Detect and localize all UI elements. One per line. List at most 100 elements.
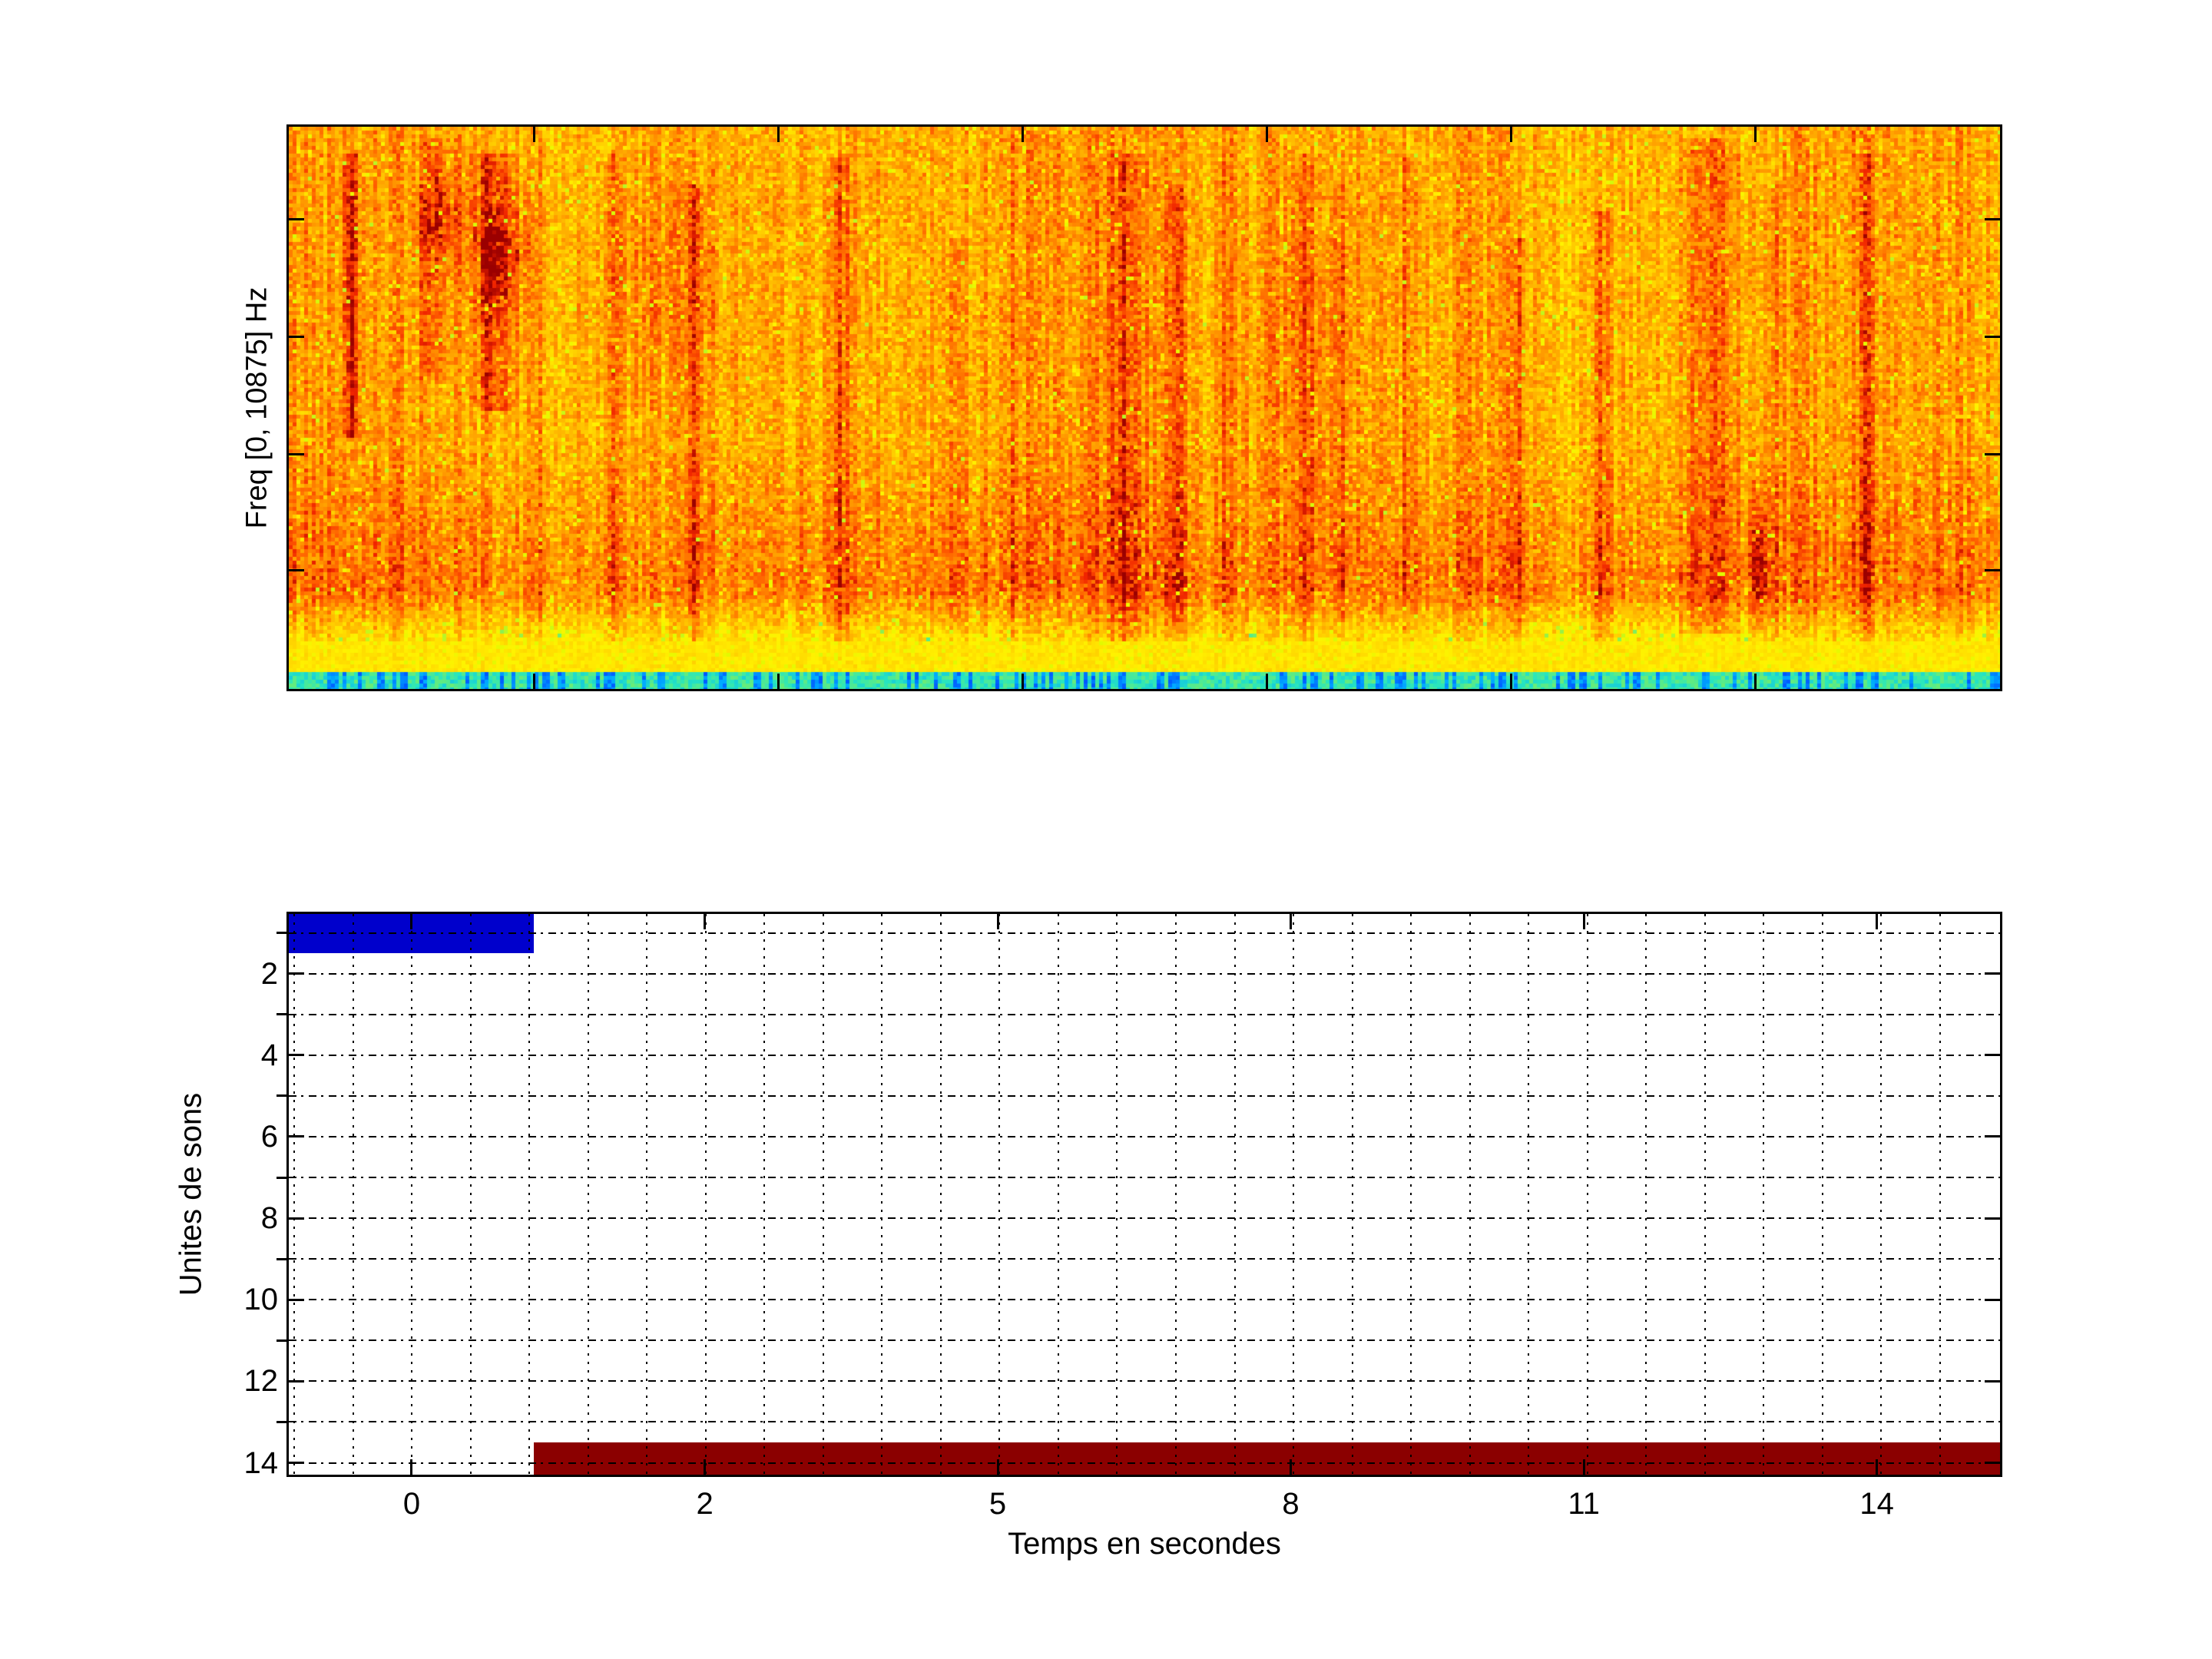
y-tick [1985, 1054, 2000, 1057]
grid-line-horizontal [289, 1135, 2000, 1137]
spectrogram-x-tick [777, 674, 780, 689]
y-tick [1985, 972, 2000, 975]
grid-line-vertical [1469, 914, 1471, 1475]
spectrogram-x-tick [1754, 674, 1757, 689]
matlab-figure: Freq [0, 10875] Hz Unites de sons Temps … [0, 0, 2212, 1659]
x-tick [1582, 914, 1585, 929]
grid-line-vertical [822, 914, 824, 1475]
grid-line-vertical [528, 914, 531, 1475]
spectrogram-y-axis-label: Freq [0, 10875] Hz [240, 286, 273, 529]
x-tick [704, 914, 707, 929]
units-plot: Unites de sons Temps en secondes 0 2 5 8 11 1… [174, 912, 2002, 1561]
grid-line-horizontal [289, 1299, 2000, 1301]
grid-line-horizontal [289, 1462, 2000, 1464]
y-minor-tick [276, 1257, 286, 1260]
grid-line-vertical [1528, 914, 1530, 1475]
y-minor-tick [276, 1013, 286, 1016]
y-minor-tick [276, 932, 286, 935]
spectrogram-y-tick [289, 336, 304, 339]
x-tick-label: 0 [402, 1487, 421, 1521]
y-tick [289, 1462, 304, 1464]
x-tick [1876, 914, 1879, 929]
y-tick [289, 1379, 304, 1382]
y-tick [289, 972, 304, 975]
spectrogram-x-tick [1021, 127, 1024, 142]
grid-line-horizontal [289, 1177, 2000, 1179]
x-tick-label: 11 [1568, 1487, 1600, 1521]
spectrogram-y-tick [1985, 218, 2000, 221]
spectrogram-y-tick [289, 568, 304, 571]
grid-line-vertical [1175, 914, 1177, 1475]
y-minor-tick [276, 1420, 286, 1423]
grid-line-vertical [881, 914, 883, 1475]
spectrogram-x-tick [532, 127, 535, 142]
spectrogram-x-tick [1021, 674, 1024, 689]
y-minor-tick [276, 1339, 286, 1342]
y-tick [1985, 1298, 2000, 1301]
spectrogram-x-tick [1510, 127, 1513, 142]
grid-line-vertical [1351, 914, 1353, 1475]
grid-line-vertical [1586, 914, 1588, 1475]
grid-line-vertical [763, 914, 766, 1475]
x-tick [1876, 1459, 1879, 1475]
y-tick-label: 4 [260, 1038, 278, 1072]
grid-line-vertical [1704, 914, 1706, 1475]
spectrogram-x-tick [1510, 674, 1513, 689]
x-tick [1582, 1459, 1585, 1475]
y-tick [289, 1135, 304, 1138]
grid-line-horizontal [289, 1339, 2000, 1342]
x-tick [1289, 1459, 1292, 1475]
spectrogram-x-tick [532, 674, 535, 689]
x-tick [996, 914, 999, 929]
grid-line-vertical [1880, 914, 1883, 1475]
grid-line-vertical [293, 914, 296, 1475]
y-minor-tick [276, 1176, 286, 1179]
y-tick [1985, 1379, 2000, 1382]
grid-line-horizontal [289, 1421, 2000, 1423]
spectrogram-y-tick [289, 218, 304, 221]
grid-line-horizontal [289, 1013, 2000, 1015]
grid-line-vertical [1821, 914, 1823, 1475]
y-tick [289, 1054, 304, 1057]
x-tick-label: 5 [988, 1487, 1007, 1521]
spectrogram-x-tick [1754, 127, 1757, 142]
grid-line-vertical [1763, 914, 1765, 1475]
grid-line-horizontal [289, 1258, 2000, 1260]
grid-line-vertical [352, 914, 354, 1475]
spectrogram-image [289, 127, 2000, 689]
x-tick [1289, 914, 1292, 929]
x-tick-label: 8 [1282, 1487, 1300, 1521]
grid-line-horizontal [289, 932, 2000, 934]
spectrogram-y-tick [289, 453, 304, 456]
grid-line-horizontal [289, 1380, 2000, 1382]
y-tick-label: 12 [243, 1364, 279, 1399]
spectrogram-plot: Freq [0, 10875] Hz [241, 124, 2002, 691]
grid-line-vertical [469, 914, 472, 1475]
grid-line-vertical [1293, 914, 1295, 1475]
y-tick-label: 14 [243, 1445, 279, 1480]
grid-line-horizontal [289, 1054, 2000, 1056]
grid-line-vertical [1410, 914, 1412, 1475]
grid-line-vertical [1939, 914, 1941, 1475]
x-tick [704, 1459, 707, 1475]
grid-line-vertical [1645, 914, 1647, 1475]
y-tick [1985, 1462, 2000, 1464]
spectrogram-x-tick [1266, 674, 1269, 689]
grid-line-horizontal [289, 972, 2000, 975]
spectrogram-x-tick [777, 127, 780, 142]
grid-line-vertical [1233, 914, 1236, 1475]
grid-line-vertical [1116, 914, 1118, 1475]
spectrogram-y-tick [1985, 453, 2000, 456]
y-tick-label: 10 [243, 1283, 279, 1317]
y-tick [1985, 1217, 2000, 1220]
grid-line-vertical [998, 914, 1001, 1475]
x-tick-label: 14 [1859, 1487, 1894, 1521]
y-tick [289, 1217, 304, 1220]
grid-line-vertical [587, 914, 589, 1475]
units-y-axis-label: Unites de sons [174, 1092, 208, 1296]
grid-line-horizontal [289, 1094, 2000, 1097]
y-tick [1985, 1135, 2000, 1138]
y-tick-label: 2 [260, 956, 278, 991]
y-tick-label: 6 [260, 1119, 278, 1154]
unit-bar-14 [534, 1442, 2000, 1475]
